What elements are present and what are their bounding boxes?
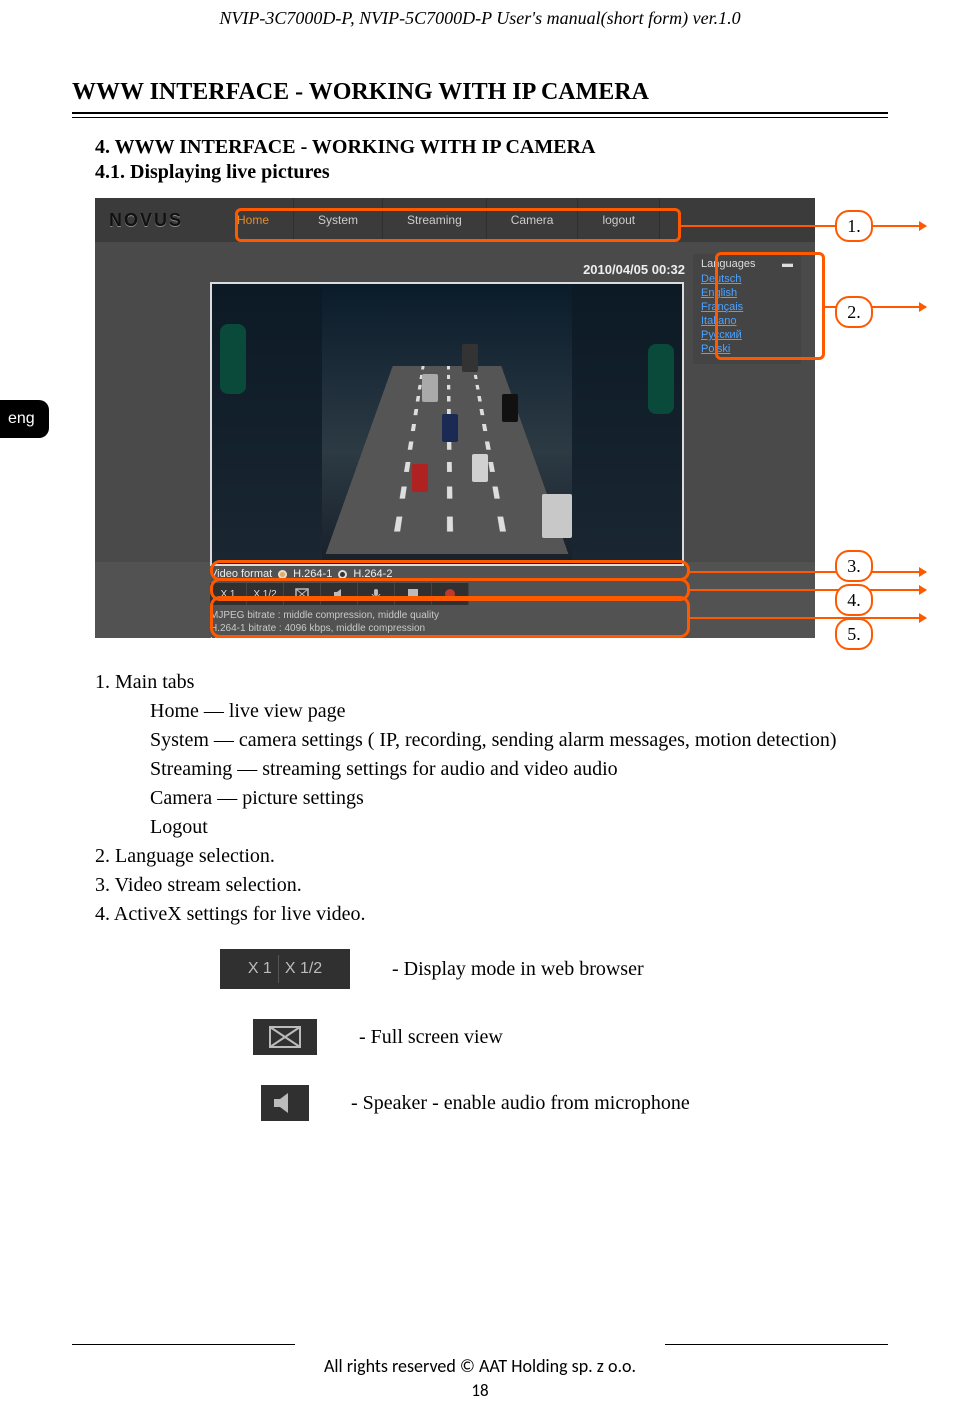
list-1-streaming: Streaming — streaming settings for audio… xyxy=(95,755,888,784)
page-number: 18 xyxy=(0,1380,960,1401)
footer-rule-right xyxy=(665,1344,888,1345)
live-video xyxy=(210,282,684,566)
explanation-list: 1. Main tabs Home — live view page Syste… xyxy=(0,638,960,929)
zoom-x12-label: X 1/2 xyxy=(285,960,322,978)
legend-row-2: - Full screen view xyxy=(220,1019,960,1055)
lang-italiano[interactable]: Italiano xyxy=(701,314,793,328)
lang-deutsch[interactable]: Deutsch xyxy=(701,272,793,286)
callout-number-2: 2. xyxy=(835,296,873,328)
footer-rule-left xyxy=(72,1344,295,1345)
bottom-panel: Video format H.264-1 H.264-2 X 1 X 1/2 xyxy=(95,562,815,638)
callout-arrow-1 xyxy=(681,225,926,227)
tab-home[interactable]: Home xyxy=(213,198,294,242)
footer-text: All rights reserved © AAT Holding sp. z … xyxy=(0,1355,960,1377)
fullscreen-icon xyxy=(295,588,309,600)
fullscreen-legend-icon xyxy=(253,1019,317,1055)
legend-text-3: - Speaker - enable audio from microphone xyxy=(351,1092,690,1115)
lang-title-text: Languages xyxy=(701,258,755,270)
video-format-label: Video format xyxy=(210,568,272,580)
callout-number-4: 4. xyxy=(835,584,873,616)
lang-english[interactable]: English xyxy=(701,286,793,300)
heading-4-1: 4.1. Displaying live pictures xyxy=(0,159,960,198)
stop-button[interactable] xyxy=(395,583,432,605)
list-3: 3. Video stream selection. xyxy=(95,871,888,900)
callout-number-3: 3. xyxy=(835,550,873,582)
bitrate-h264-2: H.264-2 bitrate : 1024 kbps, high compre… xyxy=(210,635,700,638)
radio-h264-1[interactable] xyxy=(278,570,287,579)
stop-icon xyxy=(408,589,418,599)
list-1: 1. Main tabs xyxy=(95,668,888,697)
novus-logo: NOVUS xyxy=(109,210,213,231)
fullscreen-button[interactable] xyxy=(284,583,321,605)
bitrate-mjpeg: MJPEG bitrate : middle compression, midd… xyxy=(210,609,700,622)
speaker-icon xyxy=(333,588,345,600)
mic-button[interactable] xyxy=(358,583,395,605)
list-1-camera: Camera — picture settings xyxy=(95,784,888,813)
doc-header: NVIP-3C7000D-P, NVIP-5C7000D-P User's ma… xyxy=(0,0,960,29)
legend-row-3: - Speaker - enable audio from microphone xyxy=(220,1085,960,1121)
zoom-buttons-icon: X 1 X 1/2 xyxy=(220,949,350,989)
speaker-button[interactable] xyxy=(321,583,358,605)
tab-streaming[interactable]: Streaming xyxy=(383,198,487,242)
callout-number-5: 5. xyxy=(835,618,873,650)
list-4: 4. ActiveX settings for live video. xyxy=(95,900,888,929)
flag-icon: ▬ xyxy=(782,258,793,270)
separator-icon xyxy=(278,955,279,983)
list-1-logout: Logout xyxy=(95,813,888,842)
callout-arrow-3 xyxy=(690,571,926,573)
list-2: 2. Language selection. xyxy=(95,842,888,871)
fullscreen-icon xyxy=(268,1025,302,1049)
control-row: X 1 X 1/2 xyxy=(210,583,700,605)
zoom-x1-button[interactable]: X 1 xyxy=(210,583,247,605)
zoom-x12-button[interactable]: X 1/2 xyxy=(247,583,284,605)
tab-logout[interactable]: logout xyxy=(578,198,660,242)
callout-arrow-4 xyxy=(690,589,926,591)
bitrate-h264-1: H.264-1 bitrate : 4096 kbps, middle comp… xyxy=(210,622,700,635)
tab-system[interactable]: System xyxy=(294,198,383,242)
callout-number-1: 1. xyxy=(835,210,873,242)
ui-topbar: NOVUS Home System Streaming Camera logou… xyxy=(95,198,815,242)
speaker-legend-icon xyxy=(261,1085,309,1121)
speaker-icon xyxy=(272,1091,298,1115)
section-title: WWW INTERFACE - WORKING WITH IP CAMERA xyxy=(0,29,960,112)
radio-h264-2-label: H.264-2 xyxy=(353,568,392,580)
mic-icon xyxy=(370,588,382,600)
main-tabs: Home System Streaming Camera logout xyxy=(213,198,660,242)
lang-polski[interactable]: Polski xyxy=(701,342,793,356)
language-panel-title: Languages ▬ xyxy=(701,258,793,270)
heading-4: 4. WWW INTERFACE - WORKING WITH IP CAMER… xyxy=(0,118,960,159)
lang-russian[interactable]: Русский xyxy=(701,328,793,342)
radio-h264-2[interactable] xyxy=(338,570,347,579)
legend-text-2: - Full screen view xyxy=(359,1026,503,1049)
lang-francais[interactable]: Français xyxy=(701,300,793,314)
video-area: 2010/04/05 00:32 Languages ▬ Deutsch Eng… xyxy=(95,242,815,562)
callout-arrow-5 xyxy=(690,617,926,619)
language-side-tab: eng xyxy=(0,400,49,438)
legend-row-1: X 1 X 1/2 - Display mode in web browser xyxy=(220,949,960,989)
video-format-row: Video format H.264-1 H.264-2 xyxy=(210,568,700,580)
list-1-system: System — camera settings ( IP, recording… xyxy=(95,726,888,755)
record-button[interactable] xyxy=(432,583,469,605)
zoom-x1-label: X 1 xyxy=(248,960,272,978)
legend-text-1: - Display mode in web browser xyxy=(392,958,644,981)
tab-camera[interactable]: Camera xyxy=(487,198,579,242)
screenshot-figure: NOVUS Home System Streaming Camera logou… xyxy=(95,198,815,638)
record-icon xyxy=(444,588,456,600)
language-panel: Languages ▬ Deutsch English Français Ita… xyxy=(693,254,801,364)
list-1-home: Home — live view page xyxy=(95,697,888,726)
icon-legend: X 1 X 1/2 - Display mode in web browser … xyxy=(0,929,960,1121)
radio-h264-1-label: H.264-1 xyxy=(293,568,332,580)
video-timestamp: 2010/04/05 00:32 xyxy=(583,262,685,277)
